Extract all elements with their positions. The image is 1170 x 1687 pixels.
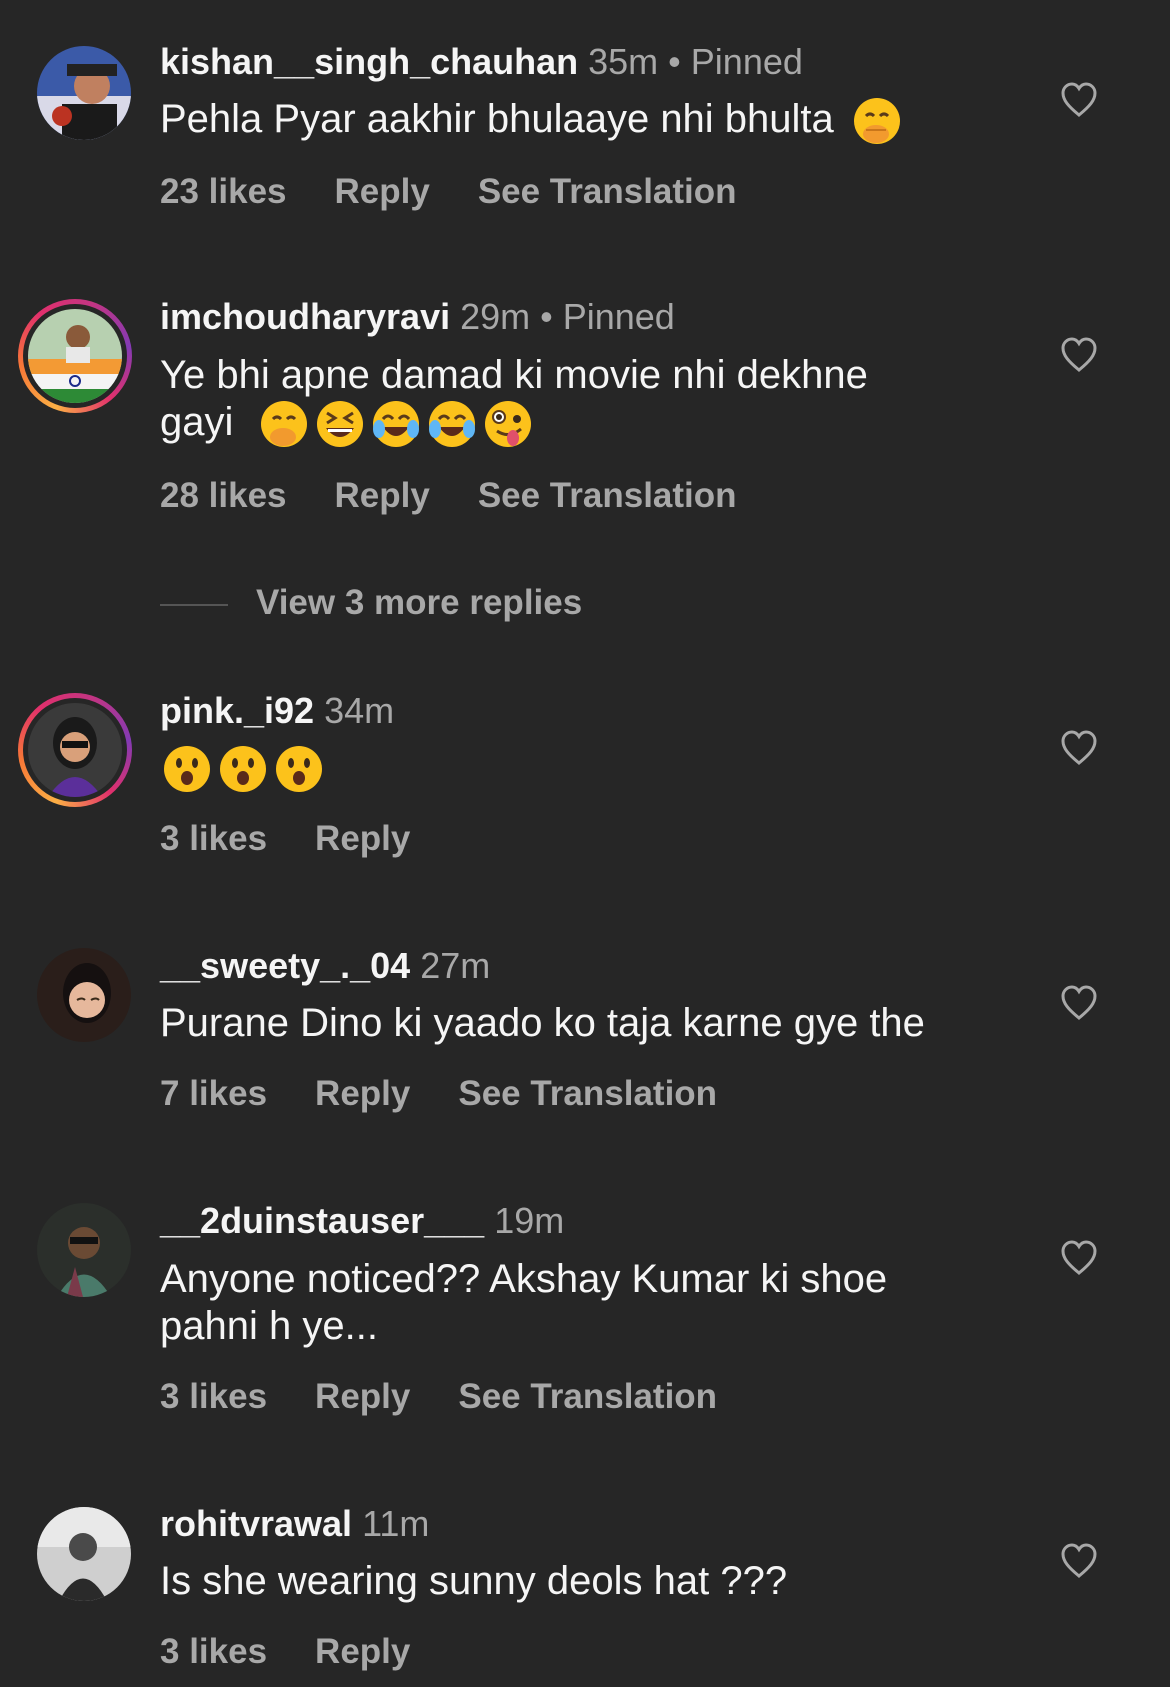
face-with-hand-over-mouth-icon [852, 96, 902, 146]
pinned-label: Pinned [562, 296, 675, 337]
avatar [28, 309, 122, 403]
likes-count[interactable]: 7 likes [160, 1074, 267, 1113]
likes-count[interactable]: 3 likes [160, 819, 267, 858]
comment-header: imchoudharyravi 29m • Pinned [160, 295, 675, 339]
comment-header: __2duinstauser___ 19m [160, 1199, 564, 1243]
comment-actions: 28 likes Reply See Translation [160, 474, 785, 518]
comment-text: Anyone noticed?? Akshay Kumar ki shoe pa… [160, 1256, 1020, 1350]
avatar-story-ring[interactable] [18, 693, 132, 807]
comment-actions: 23 likes Reply See Translation [160, 170, 785, 214]
comment-text: Purane Dino ki yaado ko taja karne gye t… [160, 1000, 1020, 1047]
see-translation-button[interactable]: See Translation [478, 172, 737, 211]
like-heart-icon[interactable] [1060, 730, 1098, 766]
hushed-face-icon [218, 744, 268, 794]
username[interactable]: __sweety_._04 [160, 945, 410, 986]
likes-count[interactable]: 23 likes [160, 172, 287, 211]
see-translation-button[interactable]: See Translation [458, 1074, 717, 1113]
timestamp: 35m [588, 41, 659, 82]
comment-text-line-2: gayi [160, 399, 1020, 449]
avatar[interactable] [37, 1507, 131, 1601]
avatar[interactable] [37, 46, 131, 140]
comment-text-line: Anyone noticed?? Akshay Kumar ki shoe [160, 1257, 888, 1301]
face-with-tears-of-joy-icon [371, 399, 421, 449]
comment-text-line-2: pahni h ye... [160, 1304, 378, 1348]
username[interactable]: imchoudharyravi [160, 296, 450, 337]
timestamp: 11m [362, 1503, 430, 1544]
avatar[interactable] [37, 1203, 131, 1297]
likes-count[interactable]: 3 likes [160, 1632, 267, 1671]
comment-actions: 3 likes Reply See Translation [160, 1375, 765, 1419]
avatar[interactable] [37, 948, 131, 1042]
reply-button[interactable]: Reply [315, 1074, 410, 1113]
like-heart-icon[interactable] [1060, 1240, 1098, 1276]
like-heart-icon[interactable] [1060, 82, 1098, 118]
like-heart-icon[interactable] [1060, 1543, 1098, 1579]
timestamp: 29m [460, 296, 531, 337]
avatar [28, 703, 122, 797]
comment-text [160, 744, 1020, 794]
likes-count[interactable]: 28 likes [160, 476, 287, 515]
comment-text-content: Purane Dino ki yaado ko taja karne gye t… [160, 1001, 925, 1045]
separator-dot: • [540, 296, 553, 337]
reply-button[interactable]: Reply [335, 476, 430, 515]
reply-button[interactable]: Reply [315, 1632, 410, 1671]
view-more-replies-button[interactable]: View 3 more replies [160, 583, 582, 627]
reply-button[interactable]: Reply [315, 1377, 410, 1416]
timestamp: 27m [420, 945, 491, 986]
comment-text-line: Ye bhi apne damad ki movie nhi dekhne [160, 353, 868, 397]
username[interactable]: __2duinstauser___ [160, 1200, 484, 1241]
comment-text: Pehla Pyar aakhir bhulaaye nhi bhulta [160, 96, 1020, 146]
comment-text: Is she wearing sunny deols hat ??? [160, 1558, 1020, 1605]
username[interactable]: rohitvrawal [160, 1503, 352, 1544]
see-translation-button[interactable]: See Translation [458, 1377, 717, 1416]
reply-button[interactable]: Reply [315, 819, 410, 858]
comment-text: Ye bhi apne damad ki movie nhi dekhne ga… [160, 352, 1020, 449]
avatar-story-ring[interactable] [18, 299, 132, 413]
comment-text-content: Is she wearing sunny deols hat ??? [160, 1559, 788, 1603]
comment-actions: 7 likes Reply See Translation [160, 1072, 765, 1116]
username[interactable]: pink._i92 [160, 690, 314, 731]
hushed-face-icon [274, 744, 324, 794]
grinning-squinting-face-icon [315, 399, 365, 449]
like-heart-icon[interactable] [1060, 985, 1098, 1021]
divider-line [160, 603, 228, 606]
separator-dot: • [668, 41, 681, 82]
face-with-tears-of-joy-icon [427, 399, 477, 449]
zany-face-icon [483, 399, 533, 449]
timestamp: 19m [494, 1200, 565, 1241]
view-more-label: View 3 more replies [256, 583, 583, 622]
see-translation-button[interactable]: See Translation [478, 476, 737, 515]
timestamp: 34m [324, 690, 395, 731]
comment-header: __sweety_._04 27m [160, 944, 490, 988]
comment-header: kishan__singh_chauhan 35m • Pinned [160, 40, 803, 84]
comment-header: pink._i92 34m [160, 689, 394, 733]
pinned-label: Pinned [690, 41, 803, 82]
face-with-hand-over-mouth-icon [259, 399, 309, 449]
comment-text-content: gayi [160, 400, 234, 444]
like-heart-icon[interactable] [1060, 337, 1098, 373]
comment-actions: 3 likes Reply [160, 817, 458, 861]
hushed-face-icon [162, 744, 212, 794]
likes-count[interactable]: 3 likes [160, 1377, 267, 1416]
reply-button[interactable]: Reply [335, 172, 430, 211]
comment-header: rohitvrawal 11m [160, 1502, 429, 1546]
comment-actions: 3 likes Reply [160, 1630, 458, 1674]
comment-text-content: Pehla Pyar aakhir bhulaaye nhi bhulta [160, 97, 834, 141]
username[interactable]: kishan__singh_chauhan [160, 41, 578, 82]
